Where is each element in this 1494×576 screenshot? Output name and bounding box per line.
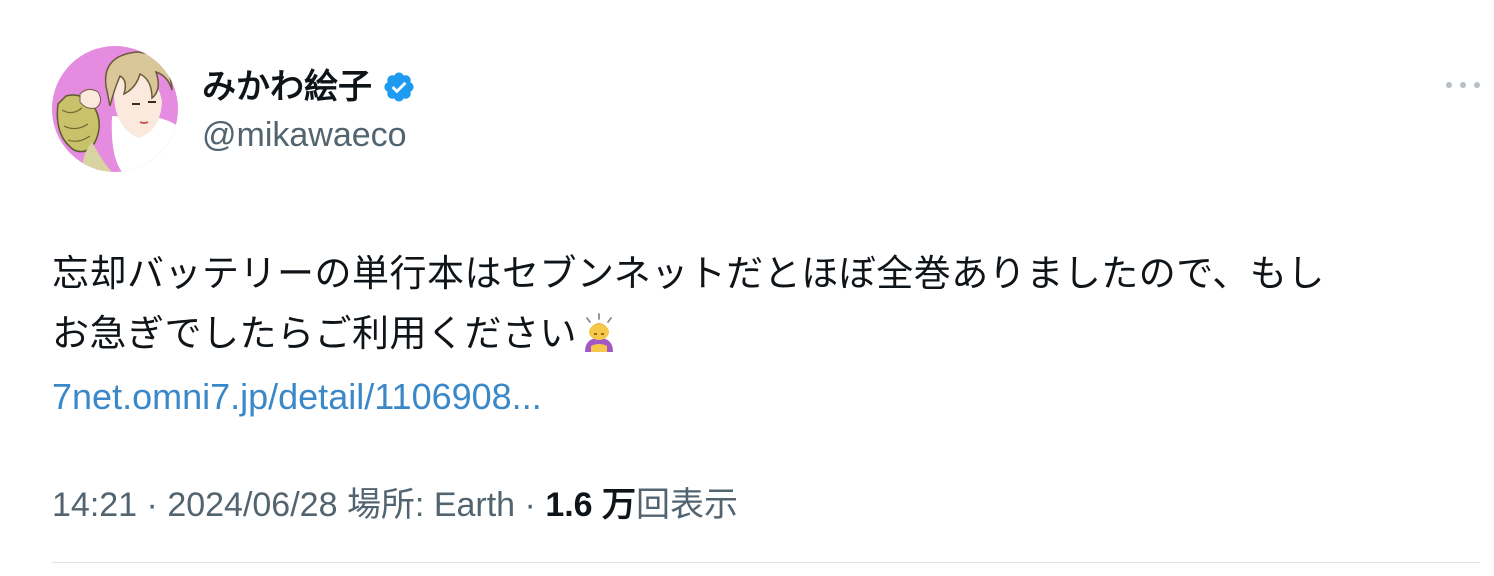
views-count: 1.6 万 <box>545 486 637 524</box>
tweet-date[interactable]: 2024/06/28 <box>167 486 337 524</box>
more-dot <box>1474 82 1480 88</box>
more-dot <box>1446 82 1452 88</box>
tweet-text-line-1: 忘却バッテリーの単行本はセブンネットだとほぼ全巻ありましたので、もし <box>52 253 1325 294</box>
tweet-time[interactable]: 14:21 <box>52 486 137 524</box>
avatar-illustration-icon <box>52 46 178 172</box>
author-name-row: みかわ絵子 <box>202 62 416 112</box>
tweet-text-line-2: お急ぎでしたらご利用ください <box>52 304 1462 364</box>
meta-separator: · <box>137 486 168 524</box>
tweet-meta: 14:21 · 2024/06/28 場所: Earth · 1.6 万回表示 <box>52 480 738 530</box>
author-handle[interactable]: @mikawaeco <box>202 112 407 158</box>
divider <box>52 562 1480 563</box>
tweet-text-line-2-content: お急ぎでしたらご利用ください <box>52 313 577 354</box>
tweet-card: みかわ絵子 @mikawaeco 忘却バッテリーの単行本はセブンネットだとほぼ全… <box>0 0 1494 576</box>
more-dot <box>1460 82 1466 88</box>
bowing-person-emoji-icon <box>581 310 617 352</box>
tweet-link[interactable]: 7net.omni7.jp/detail/1106908... <box>52 370 542 424</box>
views-label: 回表示 <box>636 486 739 524</box>
tweet-text: 忘却バッテリーの単行本はセブンネットだとほぼ全巻ありましたので、もし お急ぎでし… <box>52 244 1462 364</box>
meta-separator: · <box>515 486 546 524</box>
avatar[interactable] <box>52 46 178 172</box>
tweet-location: 場所: Earth <box>346 486 516 524</box>
more-options-icon[interactable] <box>1446 70 1480 100</box>
verified-badge-icon <box>382 70 416 104</box>
display-name[interactable]: みかわ絵子 <box>202 62 372 112</box>
